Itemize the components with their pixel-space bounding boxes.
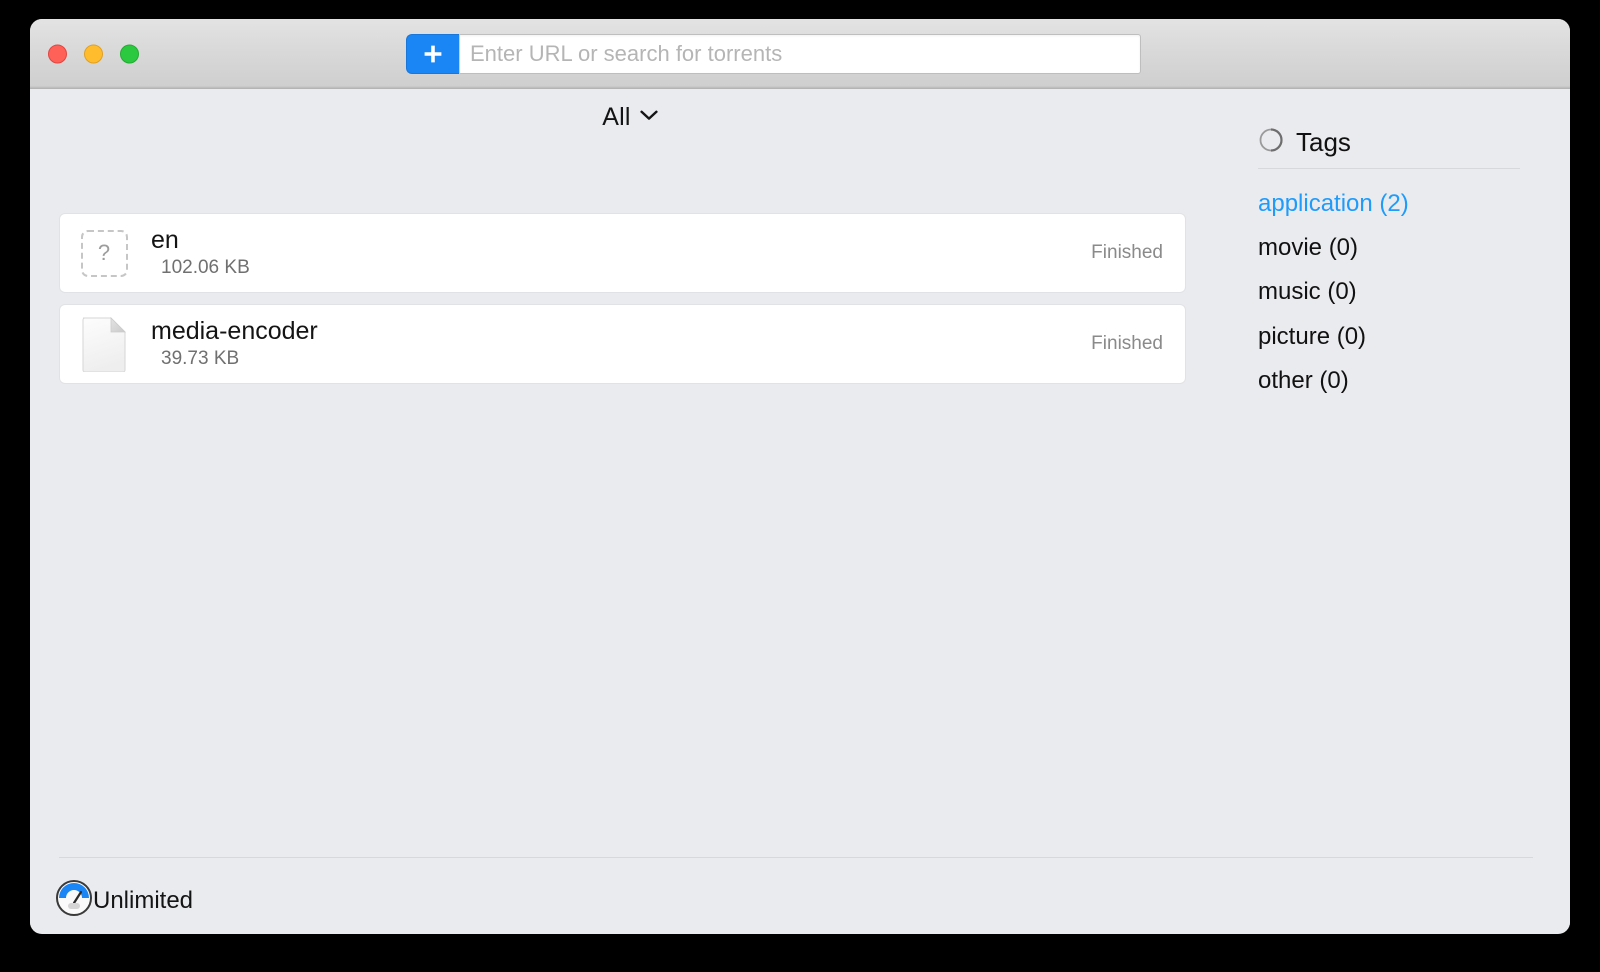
- torrent-size: 102.06 KB: [161, 257, 250, 279]
- tag-item-picture[interactable]: picture (0): [1258, 323, 1534, 348]
- maximize-window-button[interactable]: [120, 44, 139, 63]
- table-row[interactable]: media-encoder 39.73 KB Finished: [59, 304, 1186, 384]
- tag-item-other[interactable]: other (0): [1258, 368, 1534, 393]
- torrent-name: media-encoder: [151, 316, 318, 345]
- torrent-size: 39.73 KB: [161, 348, 240, 370]
- circle-icon: [1258, 127, 1284, 158]
- tag-item-music[interactable]: music (0): [1258, 279, 1534, 304]
- status-badge: Finished: [1091, 242, 1163, 263]
- status-divider: [59, 857, 1533, 858]
- document-file-icon: [76, 316, 132, 372]
- filter-header: All: [30, 89, 1230, 145]
- status-bar: Unlimited: [30, 857, 1570, 933]
- title-bar: [30, 19, 1570, 89]
- add-torrent-button[interactable]: [406, 33, 459, 74]
- chevron-down-icon: [640, 108, 658, 126]
- tags-sidebar: Tags application (2) movie (0) music (0)…: [1244, 127, 1534, 393]
- unknown-file-icon: ?: [76, 225, 132, 281]
- speedometer-icon: [55, 879, 93, 922]
- tags-divider: [1258, 168, 1520, 169]
- app-window: All ? en 102.06 KB Finished: [30, 19, 1570, 934]
- filter-dropdown[interactable]: All: [596, 101, 663, 134]
- traffic-light-buttons: [48, 44, 139, 63]
- minimize-window-button[interactable]: [84, 44, 103, 63]
- torrent-list: ? en 102.06 KB Finished media-encoder 39…: [59, 213, 1186, 384]
- table-row[interactable]: ? en 102.06 KB Finished: [59, 213, 1186, 293]
- tags-list: application (2) movie (0) music (0) pict…: [1244, 191, 1534, 393]
- tags-header: Tags: [1244, 127, 1534, 168]
- speed-limit-button[interactable]: Unlimited: [55, 879, 193, 922]
- filter-dropdown-label: All: [602, 102, 631, 131]
- tags-title: Tags: [1296, 127, 1351, 157]
- window-body: All ? en 102.06 KB Finished media-encode…: [30, 89, 1570, 933]
- unknown-file-icon-glyph: ?: [80, 229, 128, 277]
- status-badge: Finished: [1091, 333, 1163, 354]
- torrent-name: en: [151, 225, 179, 254]
- torrent-info: media-encoder 39.73 KB: [151, 318, 1091, 370]
- search-input[interactable]: [459, 33, 1141, 74]
- torrent-info: en 102.06 KB: [151, 227, 1091, 279]
- close-window-button[interactable]: [48, 44, 67, 63]
- url-bar-group: [406, 33, 1141, 74]
- tag-item-movie[interactable]: movie (0): [1258, 235, 1534, 260]
- speed-limit-label: Unlimited: [93, 886, 194, 914]
- tag-item-application[interactable]: application (2): [1258, 191, 1534, 216]
- plus-icon: [422, 43, 444, 65]
